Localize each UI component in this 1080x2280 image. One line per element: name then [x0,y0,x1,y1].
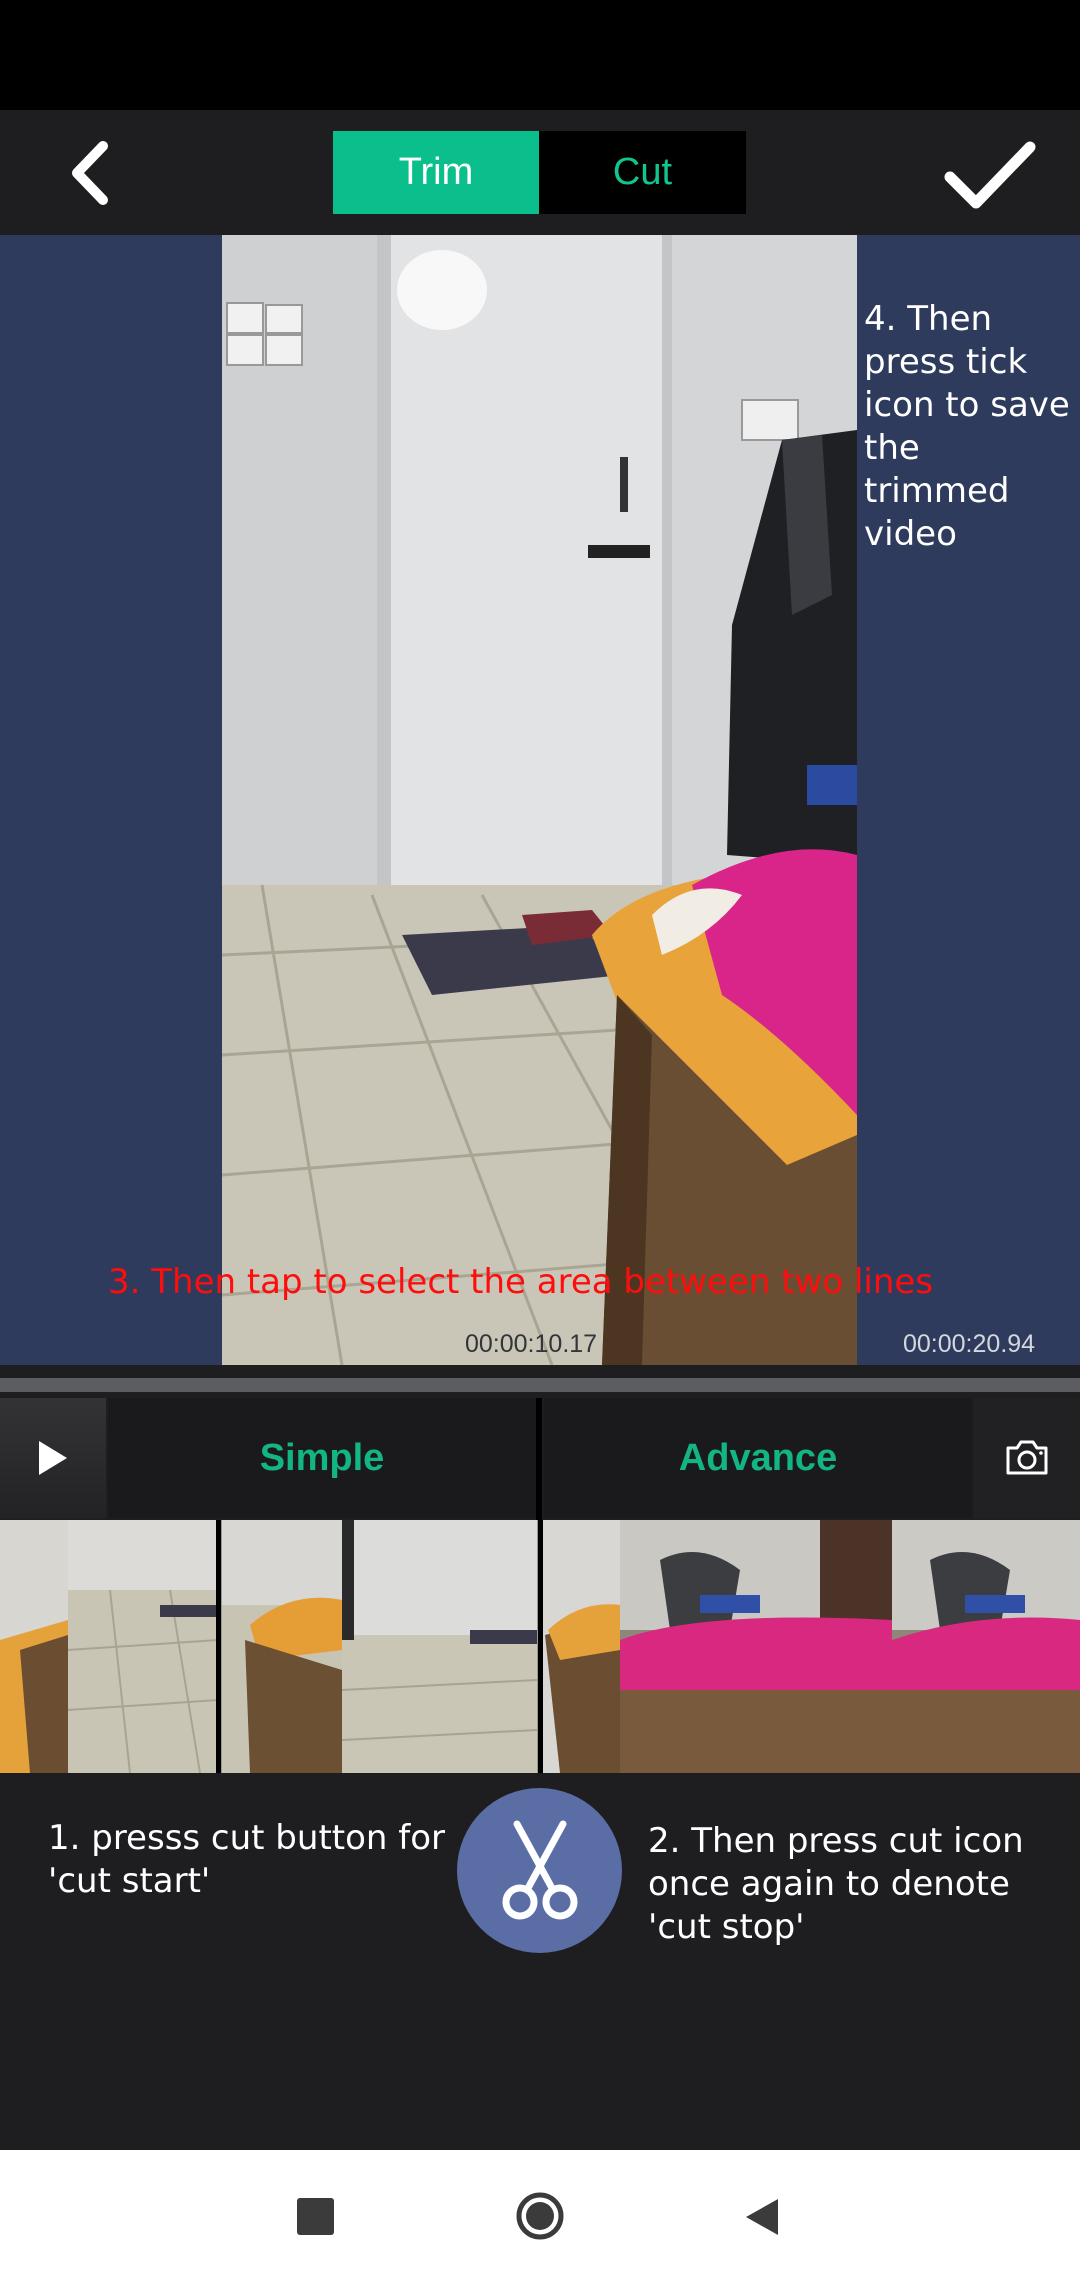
checkmark-icon [944,141,1036,209]
circle-home-icon [516,2192,564,2240]
instruction-step3: 3. Then tap to select the area between t… [108,1262,934,1302]
progress-track[interactable] [0,1378,1080,1392]
scissors-icon [502,1820,577,1919]
instruction-step2: 2. Then press cut icon once again to den… [648,1821,1024,1947]
cut-button[interactable] [457,1788,622,1953]
recents-button[interactable] [297,2198,334,2235]
triangle-back-icon [746,2199,778,2235]
total-time: 00:00:20.94 [903,1330,1036,1358]
save-button[interactable] [935,130,1045,220]
instruction-step1: 1. presss cut button for 'cut start' [48,1818,446,1901]
video-frame[interactable] [222,235,857,1365]
tab-separator [536,1398,542,1520]
tab-simple[interactable]: Simple [108,1398,536,1518]
home-button[interactable] [515,2191,565,2241]
video-frame-image [222,235,857,1365]
instruction-step4: 4. Then press tick icon to save the trim… [864,299,1070,554]
play-button[interactable] [0,1398,106,1518]
back-nav-button[interactable] [742,2195,782,2239]
play-icon [39,1441,67,1475]
trim-start-line[interactable] [216,1520,221,1773]
camera-icon [1006,1440,1048,1475]
tab-cut[interactable]: Cut [539,131,746,214]
current-time: 00:00:10.17 [465,1330,598,1358]
chevron-left-icon [72,140,108,205]
tab-trim[interactable]: Trim [333,131,539,214]
snapshot-button[interactable] [974,1398,1080,1518]
status-bar [0,0,1080,110]
tab-advance[interactable]: Advance [544,1398,972,1518]
trim-end-line[interactable] [538,1520,543,1773]
back-button[interactable] [50,130,130,215]
